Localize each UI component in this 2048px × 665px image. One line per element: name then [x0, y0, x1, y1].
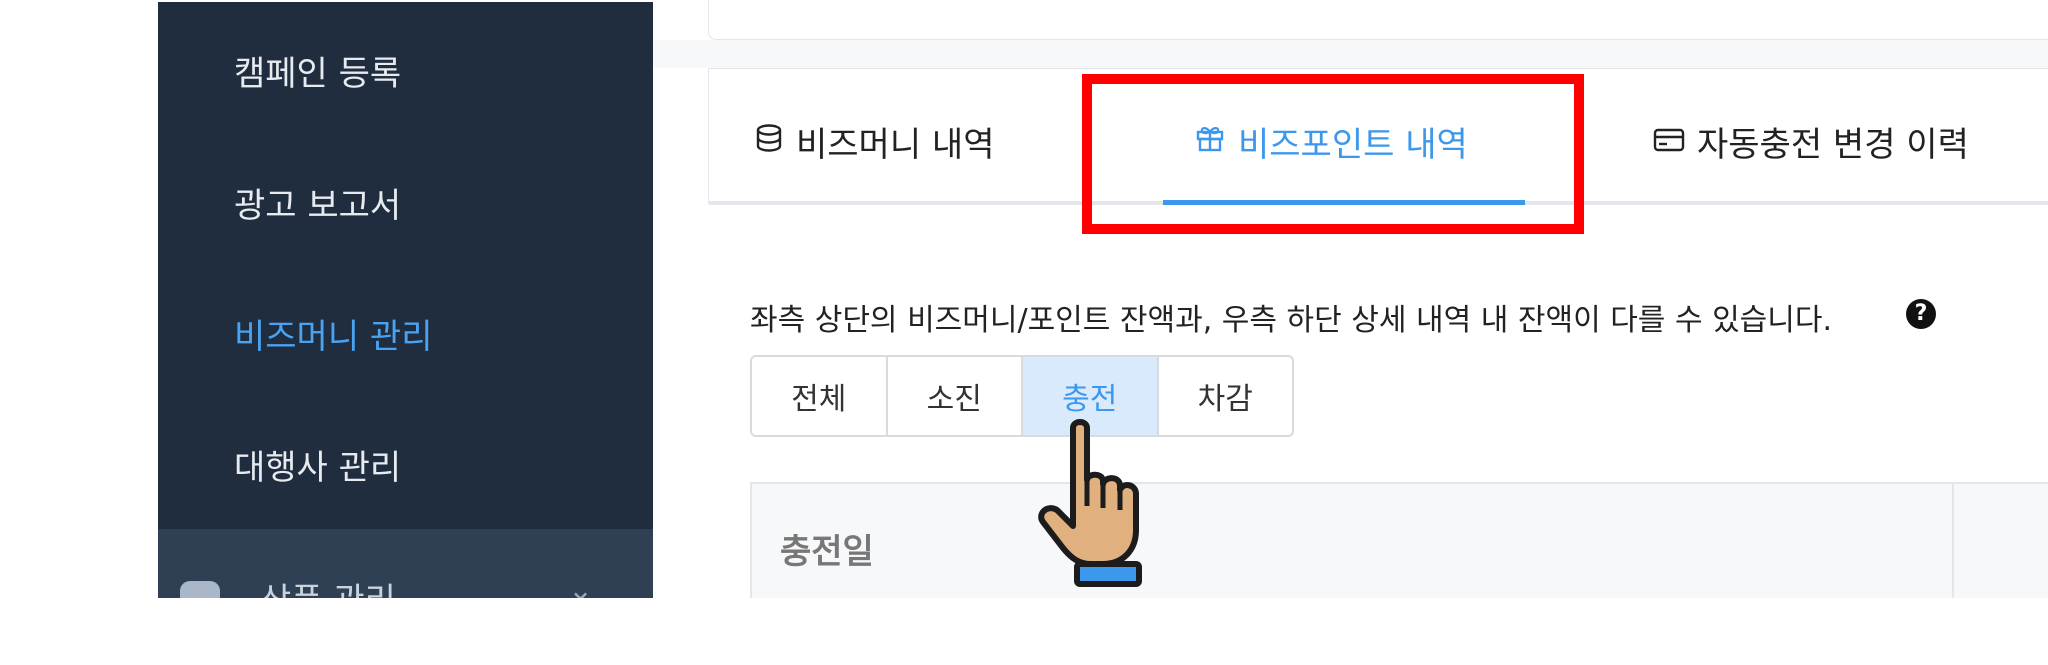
- balance-notice: 좌측 상단의 비즈머니/포인트 잔액과, 우측 하단 상세 내역 내 잔액이 다…: [750, 303, 1833, 338]
- sidebar-item-ad-report[interactable]: 광고 보고서: [234, 178, 401, 227]
- type-filter: 전체 소진 충전 차감: [750, 355, 1294, 437]
- filter-deduct[interactable]: 차감: [1159, 357, 1293, 435]
- sidebar-item-agency[interactable]: 대행사 관리: [234, 440, 401, 489]
- sidebar-section-products[interactable]: 상품 관리 ⌄: [158, 529, 653, 598]
- pointing-hand-icon: [1038, 419, 1142, 587]
- tab-label: 비즈머니 내역: [796, 125, 995, 165]
- summary-card: [708, 0, 2048, 40]
- chevron-down-icon: ⌄: [568, 573, 594, 598]
- tab-label: 자동충전 변경 이력: [1697, 125, 1969, 165]
- viewport: 캠페인 등록 광고 보고서 비즈머니 관리 대행사 관리 상품 관리 ⌄ 비즈: [0, 0, 2048, 598]
- column-charge-date[interactable]: 충전일: [780, 524, 874, 573]
- shirt-icon: [180, 581, 220, 598]
- highlight-annotation: [1082, 74, 1584, 234]
- tab-bizmoney-history[interactable]: 비즈머니 내역: [754, 117, 995, 166]
- card-icon: [1653, 122, 1685, 162]
- sidebar-item-bizmoney[interactable]: 비즈머니 관리: [234, 309, 433, 358]
- filter-all[interactable]: 전체: [752, 357, 888, 435]
- coin-stack-icon: [754, 122, 784, 162]
- column-divider: [1952, 484, 1954, 598]
- help-icon[interactable]: ?: [1906, 299, 1936, 329]
- filter-spent[interactable]: 소진: [888, 357, 1023, 435]
- section-gap: [653, 40, 2048, 68]
- history-table-header: 충전일: [750, 482, 2048, 598]
- tab-auto-charge-history[interactable]: 자동충전 변경 이력: [1653, 117, 1969, 166]
- sidebar-section-label: 상품 관리: [260, 573, 396, 598]
- sidebar: 캠페인 등록 광고 보고서 비즈머니 관리 대행사 관리 상품 관리 ⌄: [158, 2, 653, 598]
- sidebar-item-campaign-register[interactable]: 캠페인 등록: [234, 46, 401, 95]
